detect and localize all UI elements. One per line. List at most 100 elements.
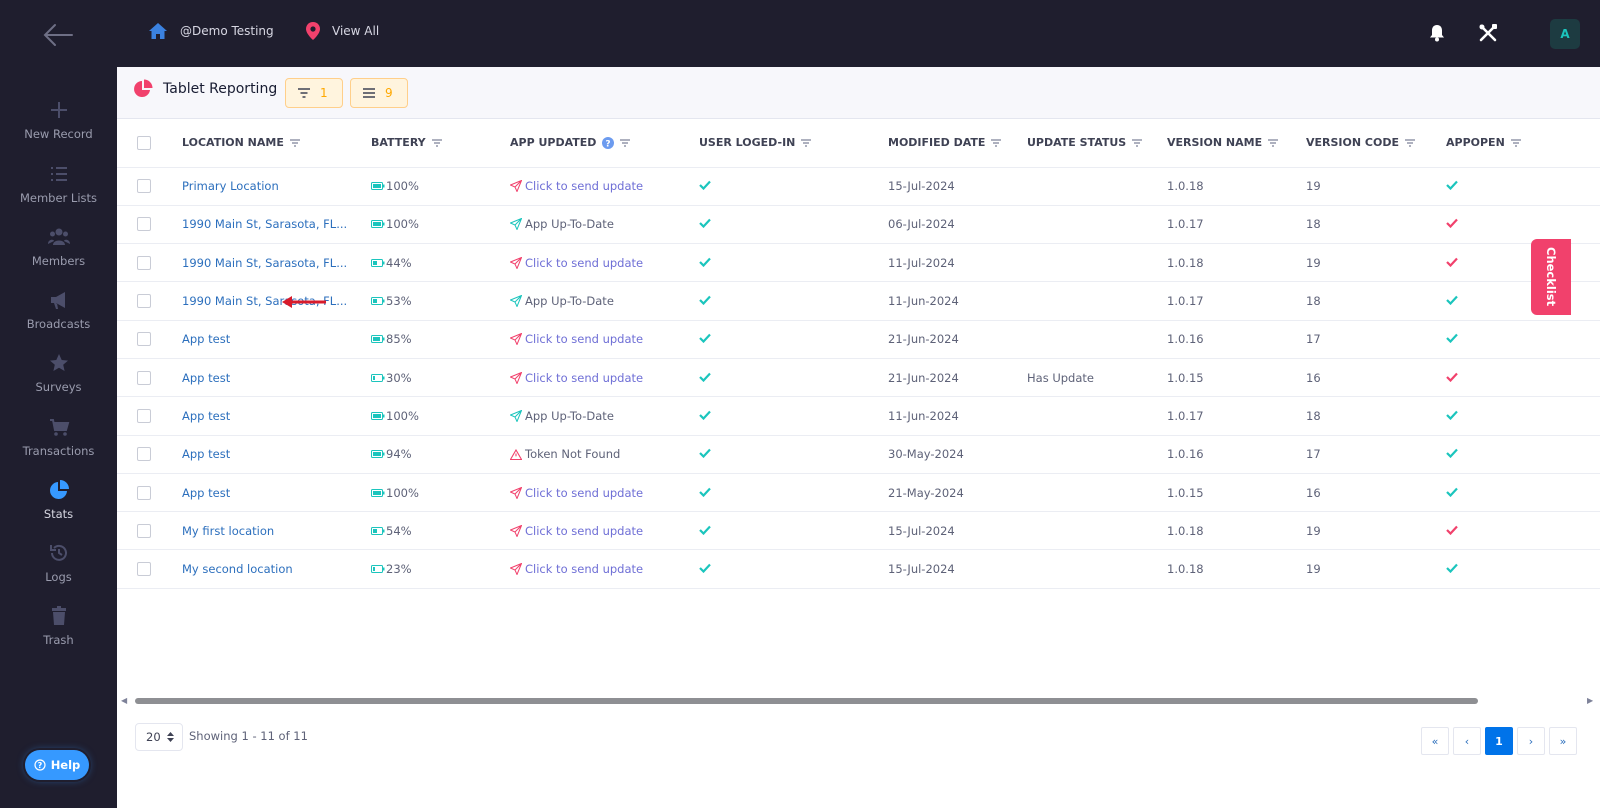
column-header[interactable]: VERSION CODE <box>1306 119 1446 168</box>
column-header[interactable]: LOCATION NAME <box>182 119 371 168</box>
page-1-button[interactable]: 1 <box>1485 727 1513 755</box>
sidebar-item-logs[interactable]: Logs <box>0 542 117 598</box>
bell-icon[interactable] <box>1426 22 1448 44</box>
battery-icon <box>371 411 385 420</box>
table-row[interactable]: 1990 Main St, Sarasota, FL... 100% App Up-… <box>117 205 1600 245</box>
location-link[interactable]: My second location <box>182 562 293 576</box>
sort-icon[interactable] <box>801 139 812 147</box>
checklist-tab[interactable]: Checklist <box>1531 239 1571 315</box>
column-header[interactable]: APP UPDATED? <box>510 119 699 168</box>
battery-percent: 100% <box>386 408 419 423</box>
sidebar-item-new-record[interactable]: New Record <box>0 99 117 155</box>
table-row[interactable]: App test 85% Click to send update 21-Jun-20… <box>117 320 1600 359</box>
sort-icon[interactable] <box>991 139 1002 147</box>
location-link[interactable]: App test <box>182 486 230 500</box>
breadcrumb-home[interactable]: @Demo Testing <box>148 22 274 40</box>
location-link[interactable]: App test <box>182 332 230 346</box>
modified-date: 21-May-2024 <box>888 485 964 500</box>
last-page-button[interactable]: » <box>1549 727 1577 755</box>
sort-icon[interactable] <box>620 139 631 147</box>
help-button[interactable]: ? Help <box>25 750 89 780</box>
user-avatar[interactable]: A <box>1550 19 1580 49</box>
column-header[interactable]: BATTERY <box>371 119 510 168</box>
sidebar-item-stats[interactable]: Stats <box>0 479 117 535</box>
column-header[interactable]: USER LOGED-IN <box>699 119 888 168</box>
sort-icon[interactable] <box>1132 139 1143 147</box>
location-link[interactable]: Primary Location <box>182 179 279 193</box>
per-page-select[interactable]: 20 <box>135 723 183 751</box>
scrollbar-thumb[interactable] <box>135 698 1478 704</box>
scroll-left-icon[interactable]: ◀ <box>121 696 127 705</box>
update-status-cell <box>1027 281 1167 321</box>
row-checkbox[interactable] <box>137 370 151 385</box>
scroll-right-icon[interactable]: ▶ <box>1587 696 1593 705</box>
sidebar-item-transactions[interactable]: Transactions <box>0 416 117 472</box>
location-link[interactable]: My first location <box>182 524 274 538</box>
columns-button[interactable]: 9 <box>350 78 408 108</box>
row-checkbox[interactable] <box>137 332 151 347</box>
next-page-button[interactable]: › <box>1517 727 1545 755</box>
send-update-link[interactable]: Click to send update <box>510 332 699 346</box>
row-checkbox[interactable] <box>137 562 151 577</box>
send-update-link[interactable]: Click to send update <box>510 486 699 500</box>
send-update-link[interactable]: Click to send update <box>510 524 699 538</box>
app-updated-text: Token Not Found <box>525 447 621 462</box>
sidebar-item-surveys[interactable]: Surveys <box>0 352 117 408</box>
sidebar-item-label: Stats <box>43 507 74 521</box>
send-update-link[interactable]: Click to send update <box>510 179 699 193</box>
sort-icon[interactable] <box>431 139 442 147</box>
row-checkbox[interactable] <box>137 294 151 309</box>
select-all-checkbox[interactable] <box>137 135 151 150</box>
location-link[interactable]: 1990 Main St, Sarasota, FL... <box>182 217 347 231</box>
battery-cell: 85% <box>371 320 510 359</box>
sort-icon[interactable] <box>1510 139 1521 147</box>
column-header[interactable]: APPOPEN <box>1446 119 1600 168</box>
send-update-link[interactable]: Click to send update <box>510 562 699 576</box>
send-update-link[interactable]: Click to send update <box>510 371 699 385</box>
table-row[interactable]: Primary Location 100% Click to send update… <box>117 167 1600 206</box>
row-checkbox[interactable] <box>137 179 151 194</box>
column-header[interactable]: VERSION NAME <box>1167 119 1306 168</box>
row-checkbox[interactable] <box>137 447 151 462</box>
send-update-link[interactable]: Click to send update <box>510 256 699 270</box>
row-checkbox[interactable] <box>137 255 151 270</box>
sort-icon[interactable] <box>1268 139 1279 147</box>
sort-icon[interactable] <box>1404 139 1415 147</box>
sidebar-item-members[interactable]: Members <box>0 226 117 282</box>
table-row[interactable]: My second location 23% Click to send updat… <box>117 549 1600 589</box>
breadcrumb-location[interactable]: View All <box>306 22 379 40</box>
appopen-cell <box>1446 358 1600 398</box>
location-link[interactable]: App test <box>182 409 230 423</box>
table-row[interactable]: 1990 Main St, Sarasota, FL... 44% Click to… <box>117 243 1600 283</box>
filter-button[interactable]: 1 <box>285 78 343 108</box>
row-checkbox[interactable] <box>137 485 151 500</box>
sort-icon[interactable] <box>289 139 300 147</box>
row-checkbox[interactable] <box>137 217 151 232</box>
sidebar-item-broadcasts[interactable]: Broadcasts <box>0 289 117 345</box>
row-checkbox[interactable] <box>137 523 151 538</box>
table-row[interactable]: App test 30% Click to send update 21-Jun-20… <box>117 358 1600 398</box>
horizontal-scrollbar[interactable]: ◀ ▶ <box>121 696 1596 706</box>
column-header[interactable]: UPDATE STATUS <box>1027 119 1167 168</box>
table-row[interactable]: App test 100% App Up-To-Date 11-Jun-2024 1.0… <box>117 396 1600 436</box>
table-row[interactable]: My first location 54% Click to send update… <box>117 511 1600 551</box>
table-row[interactable]: App test 100% Click to send update 21-May-2… <box>117 473 1600 513</box>
location-link[interactable]: App test <box>182 447 230 461</box>
column-header[interactable]: MODIFIED DATE <box>888 119 1027 168</box>
row-checkbox[interactable] <box>137 408 151 423</box>
table-row[interactable]: App test 94% Token Not Found 30-May-2024 1.0… <box>117 435 1600 474</box>
appopen-cell <box>1446 281 1600 321</box>
info-icon[interactable]: ? <box>602 136 615 149</box>
location-link[interactable]: 1990 Main St, Sarasota, FL... <box>182 256 347 270</box>
location-link[interactable]: App test <box>182 371 230 385</box>
sidebar-item-trash[interactable]: Trash <box>0 605 117 661</box>
sidebar-item-member-lists[interactable]: Member Lists <box>0 163 117 219</box>
version-name-cell: 1.0.16 <box>1167 435 1306 474</box>
first-page-button[interactable]: « <box>1421 727 1449 755</box>
list-icon <box>50 167 67 181</box>
table-row[interactable]: 1990 Main St, Sarasota, FL... 53% App Up-T… <box>117 281 1600 321</box>
version-code-cell: 17 <box>1306 435 1446 474</box>
tools-icon[interactable] <box>1477 22 1499 44</box>
prev-page-button[interactable]: ‹ <box>1453 727 1481 755</box>
back-arrow-icon[interactable] <box>40 20 76 50</box>
